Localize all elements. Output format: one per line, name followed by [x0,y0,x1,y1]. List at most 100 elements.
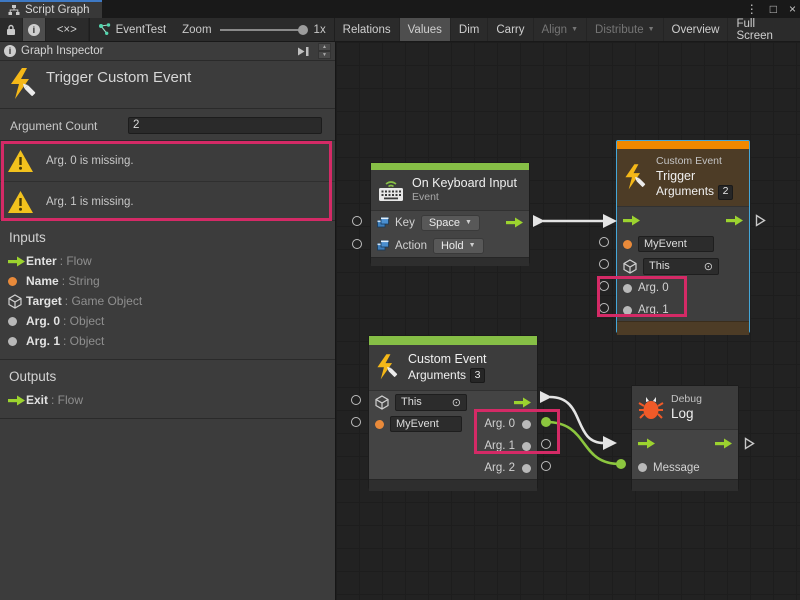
lock-button[interactable] [0,18,23,41]
tab-script-graph[interactable]: Script Graph [0,0,102,18]
flow-output-icon[interactable] [726,215,743,226]
warning-row: Arg. 1 is missing. [0,181,335,221]
wire-end-arrow [603,436,617,450]
flow-row [632,430,738,456]
outputs-list: Exit: Flow [0,388,335,410]
values-button[interactable]: Values [400,18,451,41]
code-view-button[interactable]: <×> [46,18,89,41]
zoom-value: 1x [314,24,326,36]
object-picker-icon[interactable]: ⊙ [698,260,713,273]
node-footer [617,321,749,335]
inputs-list: Enter: Flow Name: String Target: Game Ob… [0,249,335,351]
object-port-icon[interactable] [623,306,632,315]
port-circle[interactable] [351,395,361,405]
argument-count-input[interactable]: 2 [128,117,322,134]
port-circle[interactable] [599,259,609,269]
object-port-icon[interactable] [522,464,531,473]
arg2-row: Arg. 2 [369,457,537,479]
flow-trigger-icon[interactable] [744,437,755,450]
gameobject-cube-icon[interactable] [623,259,637,274]
event-name-field[interactable]: MyEvent [390,416,462,432]
event-name-field[interactable]: MyEvent [638,236,714,252]
node-title: On Keyboard Input [412,176,517,192]
zoom-slider[interactable] [220,25,306,35]
key-dropdown[interactable]: Space▼ [421,215,480,231]
wire-end-dot [616,459,626,469]
dim-button[interactable]: Dim [451,18,488,41]
port-type: : Object [63,334,104,348]
graph-breadcrumb[interactable]: EventTest [90,18,175,41]
object-port-icon[interactable] [522,420,531,429]
info-icon: i [28,24,40,36]
outputs-heading: Outputs [0,360,335,388]
graph-inspector-panel: i Graph Inspector ▲ ▼ Trigger Custom Eve… [0,42,336,600]
align-dropdown-button[interactable]: Align▼ [534,18,588,41]
dock-panel-icon[interactable] [297,46,310,57]
port-circle[interactable] [352,239,362,249]
step-down-button[interactable]: ▼ [318,51,331,59]
flow-trigger-icon[interactable] [755,214,766,227]
graph-asset-icon [98,23,111,36]
full-screen-button[interactable]: Full Screen [728,18,800,41]
port-name: Arg. 1 [26,334,60,348]
distribute-dropdown-button[interactable]: Distribute▼ [587,18,664,41]
arg-label: Arg. 0 [638,282,669,294]
arguments-count-field[interactable]: 3 [470,368,485,383]
flow-input-icon[interactable] [623,215,640,226]
arguments-row: Arguments3 [408,368,487,383]
gameobject-cube-icon[interactable] [375,395,389,410]
action-dropdown[interactable]: Hold▼ [433,238,484,254]
flow-output-icon[interactable] [506,217,523,228]
target-field[interactable]: This ⊙ [643,258,719,275]
node-debug-log[interactable]: Debug Log Message [631,385,739,490]
object-port-icon[interactable] [638,463,647,472]
port-circle[interactable] [541,439,551,449]
node-title: Trigger [656,169,733,185]
target-row: This ⊙ [369,391,537,413]
flow-wire [550,397,604,443]
node-body: This ⊙ MyEvent Arg. 0 Arg. 1 [369,390,537,479]
arg1-row: Arg. 1 [617,299,749,321]
object-port-icon [8,317,17,326]
object-port-icon[interactable] [522,442,531,451]
inputs-heading: Inputs [0,221,335,249]
window-maximize-icon[interactable]: □ [770,2,777,16]
inspector-toggle-button[interactable]: i [23,18,46,41]
flow-output-icon[interactable] [715,438,732,449]
window-close-icon[interactable]: × [789,2,796,16]
relations-button[interactable]: Relations [335,18,400,41]
target-field[interactable]: This ⊙ [395,394,467,411]
node-on-keyboard-input[interactable]: On Keyboard Input Event Key Space▼ [370,162,530,264]
port-circle[interactable] [351,417,361,427]
port-list-item: Name: String [0,271,335,291]
graph-canvas[interactable]: On Keyboard Input Event Key Space▼ [336,42,800,600]
port-circle[interactable] [599,237,609,247]
object-port-icon[interactable] [623,284,632,293]
port-circle[interactable] [352,216,362,226]
port-type: : Object [63,314,104,328]
port-name: Target [26,294,62,308]
arg2-cell: Arg. 2 [484,462,531,474]
step-up-button[interactable]: ▲ [318,43,331,51]
custom-event-icon [623,163,649,193]
key-label: Key [395,217,415,229]
port-circle[interactable] [599,281,609,291]
zoom-slider-handle[interactable] [298,25,308,35]
wire-start-arrow [540,391,552,403]
flow-input-icon[interactable] [638,438,655,449]
arguments-count-field[interactable]: 2 [718,185,733,200]
port-circle[interactable] [599,303,609,313]
node-body: MyEvent This ⊙ Arg. 0 Arg. 1 [617,206,749,321]
node-trigger-custom-event[interactable]: Custom Event Trigger Arguments2 MyEvent [616,140,750,333]
name-row: MyEvent Arg. 0 [369,413,537,435]
string-port-icon[interactable] [375,420,384,429]
string-port-icon[interactable] [623,240,632,249]
window-menu-icon[interactable]: ⋮ [746,2,758,16]
arguments-row: Arguments2 [656,184,733,199]
node-custom-event[interactable]: Custom Event Arguments3 This ⊙ [368,335,538,489]
flow-output-icon[interactable] [514,397,531,408]
port-circle[interactable] [541,461,551,471]
object-picker-icon[interactable]: ⊙ [446,396,461,409]
carry-button[interactable]: Carry [488,18,533,41]
overview-button[interactable]: Overview [664,18,729,41]
